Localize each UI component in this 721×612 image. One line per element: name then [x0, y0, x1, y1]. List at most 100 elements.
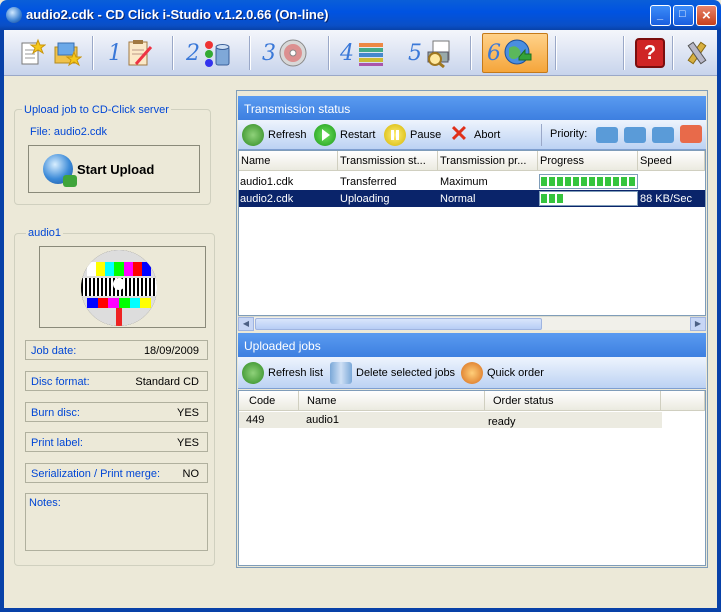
- step-4-button[interactable]: 4: [340, 34, 386, 72]
- start-upload-button[interactable]: Start Upload: [28, 145, 200, 193]
- transmission-list[interactable]: Name Transmission st... Transmission pr.…: [238, 150, 706, 316]
- column-header-priority[interactable]: Transmission pr...: [438, 151, 538, 171]
- column-header-code[interactable]: Code: [239, 391, 299, 411]
- column-header-speed[interactable]: Speed: [638, 151, 705, 171]
- title-bar: audio2.cdk - CD Click i-Studio v.1.2.0.6…: [0, 0, 721, 30]
- column-header-order-status[interactable]: Order status: [485, 391, 661, 411]
- burn-disc-label: Burn disc:: [31, 407, 80, 419]
- restart-button[interactable]: Restart: [314, 124, 375, 146]
- progress-segment: [621, 177, 627, 186]
- action-separator: [541, 124, 542, 146]
- burn-disc-value: YES: [176, 407, 199, 419]
- disc-format-label: Disc format:: [31, 376, 90, 388]
- tools-icon: [687, 41, 707, 65]
- help-icon: ?: [635, 38, 665, 68]
- column-header-filler: [661, 391, 705, 411]
- close-button[interactable]: ×: [696, 5, 717, 26]
- help-button[interactable]: ?: [635, 34, 665, 72]
- row-status: Uploading: [340, 193, 390, 205]
- app-icon[interactable]: [6, 7, 22, 23]
- abort-x-icon: ✕: [449, 121, 469, 146]
- table-row[interactable]: audio1.cdk Transferred Maximum: [239, 173, 705, 190]
- tools-button[interactable]: [682, 34, 712, 72]
- table-row[interactable]: 449 audio1 ready: [239, 412, 662, 428]
- main-toolbar: 1 2 3 4 5 6 ?: [4, 30, 717, 76]
- row-name: audio2.cdk: [240, 193, 294, 205]
- step-2-button[interactable]: 2: [186, 34, 232, 72]
- step-3-button[interactable]: 3: [262, 34, 308, 72]
- row-name: audio1.cdk: [240, 176, 294, 188]
- progress-bar: [539, 191, 638, 206]
- disc-format-field: Disc format: Standard CD: [25, 371, 208, 391]
- priority-high-icon[interactable]: [652, 127, 674, 143]
- column-header-job-name[interactable]: Name: [299, 391, 485, 411]
- column-header-status[interactable]: Transmission st...: [338, 151, 438, 171]
- refresh-label: Refresh: [268, 129, 307, 141]
- new-project-icon: [21, 38, 46, 65]
- maximize-button[interactable]: □: [673, 5, 694, 26]
- column-header-progress[interactable]: Progress: [538, 151, 638, 171]
- progress-segment: [557, 194, 563, 203]
- new-project-button[interactable]: [16, 34, 46, 72]
- column-header-name[interactable]: Name: [239, 151, 338, 171]
- serialization-label: Serialization / Print merge:: [31, 468, 160, 480]
- priority-lowest-icon[interactable]: [596, 127, 618, 143]
- delete-selected-button[interactable]: Delete selected jobs: [330, 362, 455, 384]
- print-preview-icon: [427, 40, 450, 68]
- step-1-button[interactable]: 1: [108, 34, 154, 72]
- step-2-number: 2: [186, 40, 200, 66]
- priority-label: Priority:: [550, 128, 588, 140]
- progress-segment: [549, 177, 555, 186]
- progress-segment: [589, 177, 595, 186]
- job-date-field: Job date: 18/09/2009: [25, 340, 208, 360]
- table-row[interactable]: audio2.cdk Uploading Normal 88 KB/Sec: [239, 190, 705, 207]
- start-upload-label: Start Upload: [77, 161, 155, 177]
- upload-globe-icon: [504, 39, 532, 65]
- serialization-field: Serialization / Print merge: NO: [25, 463, 208, 483]
- job-date-value: 18/09/2009: [143, 345, 199, 357]
- cart-icon: [461, 362, 483, 384]
- step-6-button[interactable]: 6: [482, 33, 548, 73]
- step-4-number: 4: [340, 40, 354, 66]
- refresh-list-label: Refresh list: [268, 367, 324, 379]
- stacked-discs-icon: [359, 43, 383, 66]
- trash-icon: [330, 362, 352, 384]
- progress-segment: [573, 177, 579, 186]
- job-group-title: audio1: [26, 227, 64, 239]
- refresh-icon: [242, 124, 264, 146]
- progress-segment: [613, 177, 619, 186]
- scroll-right-icon[interactable]: ▶: [690, 317, 706, 331]
- refresh-list-button[interactable]: Refresh list: [242, 362, 323, 384]
- toolbar-separator: [555, 36, 557, 70]
- progress-segment: [581, 177, 587, 186]
- notes-area[interactable]: Notes:: [25, 493, 208, 551]
- paint-bucket-icon: [205, 41, 230, 67]
- open-project-button[interactable]: [52, 34, 82, 72]
- test-card-disc-icon: [81, 250, 157, 326]
- progress-segment: [597, 177, 603, 186]
- row-status: Transferred: [340, 176, 397, 188]
- row-priority: Normal: [440, 193, 476, 205]
- open-project-icon: [54, 42, 82, 67]
- print-label-value: YES: [176, 437, 199, 449]
- toolbar-separator: [172, 36, 174, 70]
- abort-button[interactable]: ✕ Abort: [448, 121, 501, 146]
- quick-order-button[interactable]: Quick order: [461, 362, 544, 384]
- scroll-thumb[interactable]: [255, 318, 542, 330]
- uploaded-jobs-list[interactable]: Code Name Order status 449 audio1 ready: [238, 390, 706, 566]
- delete-selected-label: Delete selected jobs: [356, 367, 456, 379]
- horizontal-scrollbar[interactable]: ◀ ▶: [238, 316, 706, 331]
- pause-button[interactable]: Pause: [384, 124, 441, 146]
- step-5-button[interactable]: 5: [408, 34, 454, 72]
- refresh-button[interactable]: Refresh: [242, 124, 307, 146]
- toolbar-separator: [470, 36, 472, 70]
- upload-file-label: File: audio2.cdk: [30, 126, 108, 138]
- priority-highest-icon[interactable]: [680, 125, 702, 143]
- progress-segment: [541, 194, 547, 203]
- serialization-value: NO: [182, 468, 200, 480]
- minimize-button[interactable]: _: [650, 5, 671, 26]
- priority-low-icon[interactable]: [624, 127, 646, 143]
- scroll-left-icon[interactable]: ◀: [238, 317, 254, 331]
- upload-group-title: Upload job to CD-Click server: [22, 104, 171, 116]
- step-5-number: 5: [408, 40, 422, 66]
